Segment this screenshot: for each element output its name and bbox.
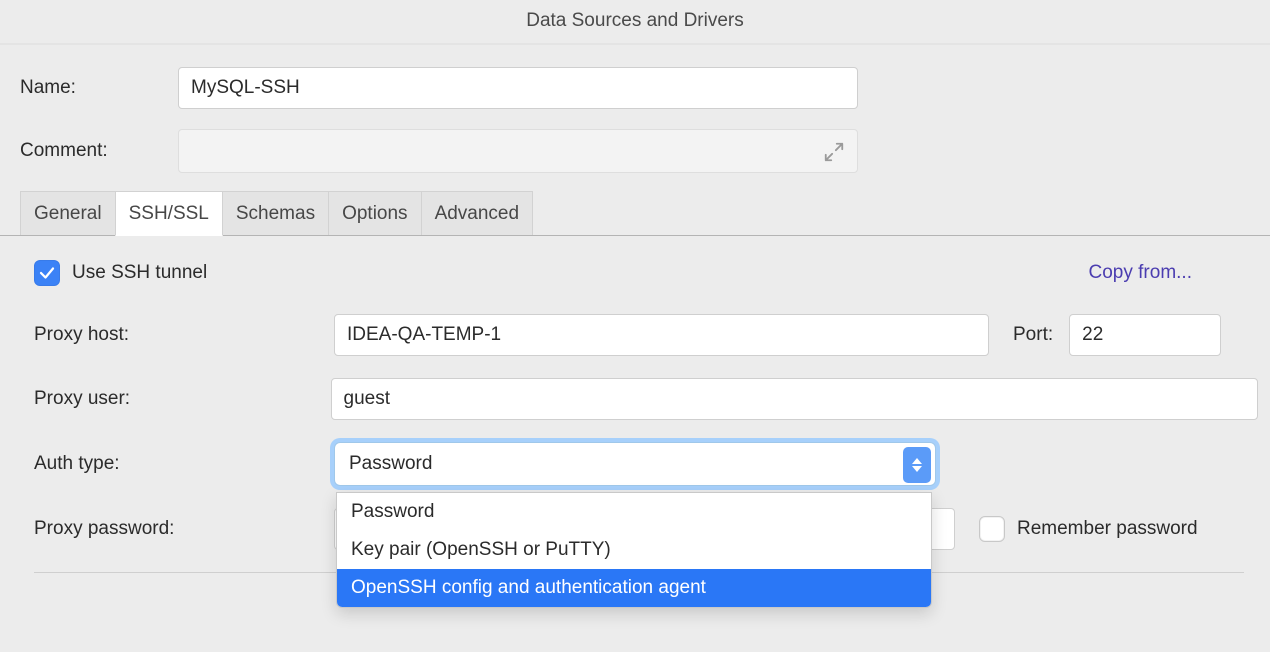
comment-label: Comment: [20,140,178,162]
tab-options[interactable]: Options [328,191,421,235]
tab-advanced[interactable]: Advanced [421,191,534,235]
auth-type-label: Auth type: [34,453,334,475]
proxy-user-label: Proxy user: [34,388,331,410]
checkbox-unchecked-icon [979,516,1005,542]
use-ssh-tunnel-checkbox[interactable]: Use SSH tunnel [34,260,207,286]
expand-icon [823,141,845,163]
datasource-header-form: Name: Comment: [0,45,1270,191]
auth-type-select[interactable]: Password [334,442,936,486]
remember-password-checkbox[interactable]: Remember password [979,516,1198,542]
proxy-password-label: Proxy password: [34,518,334,540]
proxy-host-input[interactable] [334,314,989,356]
copy-from-link[interactable]: Copy from... [1089,262,1192,284]
name-label: Name: [20,77,178,99]
tab-bar: General SSH/SSL Schemas Options Advanced [0,191,1270,236]
auth-option-openssh-agent[interactable]: OpenSSH config and authentication agent [337,569,931,607]
auth-type-dropdown-list: Password Key pair (OpenSSH or PuTTY) Ope… [336,492,932,608]
tab-ssh-ssl[interactable]: SSH/SSL [115,191,223,236]
auth-option-password[interactable]: Password [337,493,931,531]
auth-option-keypair[interactable]: Key pair (OpenSSH or PuTTY) [337,531,931,569]
tab-general[interactable]: General [20,191,116,235]
use-ssh-label: Use SSH tunnel [72,262,207,284]
checkbox-checked-icon [34,260,60,286]
ssh-panel: Use SSH tunnel Copy from... Proxy host: … [0,236,1270,573]
remember-password-label: Remember password [1017,518,1198,540]
dropdown-stepper-icon [903,447,931,483]
name-input[interactable] [178,67,858,109]
auth-type-value: Password [349,453,432,475]
port-label: Port: [1013,324,1053,346]
window-title: Data Sources and Drivers [0,0,1270,43]
comment-input[interactable] [178,129,858,173]
tab-schemas[interactable]: Schemas [222,191,329,235]
port-input[interactable] [1069,314,1221,356]
proxy-user-input[interactable] [331,378,1258,420]
proxy-host-label: Proxy host: [34,324,334,346]
